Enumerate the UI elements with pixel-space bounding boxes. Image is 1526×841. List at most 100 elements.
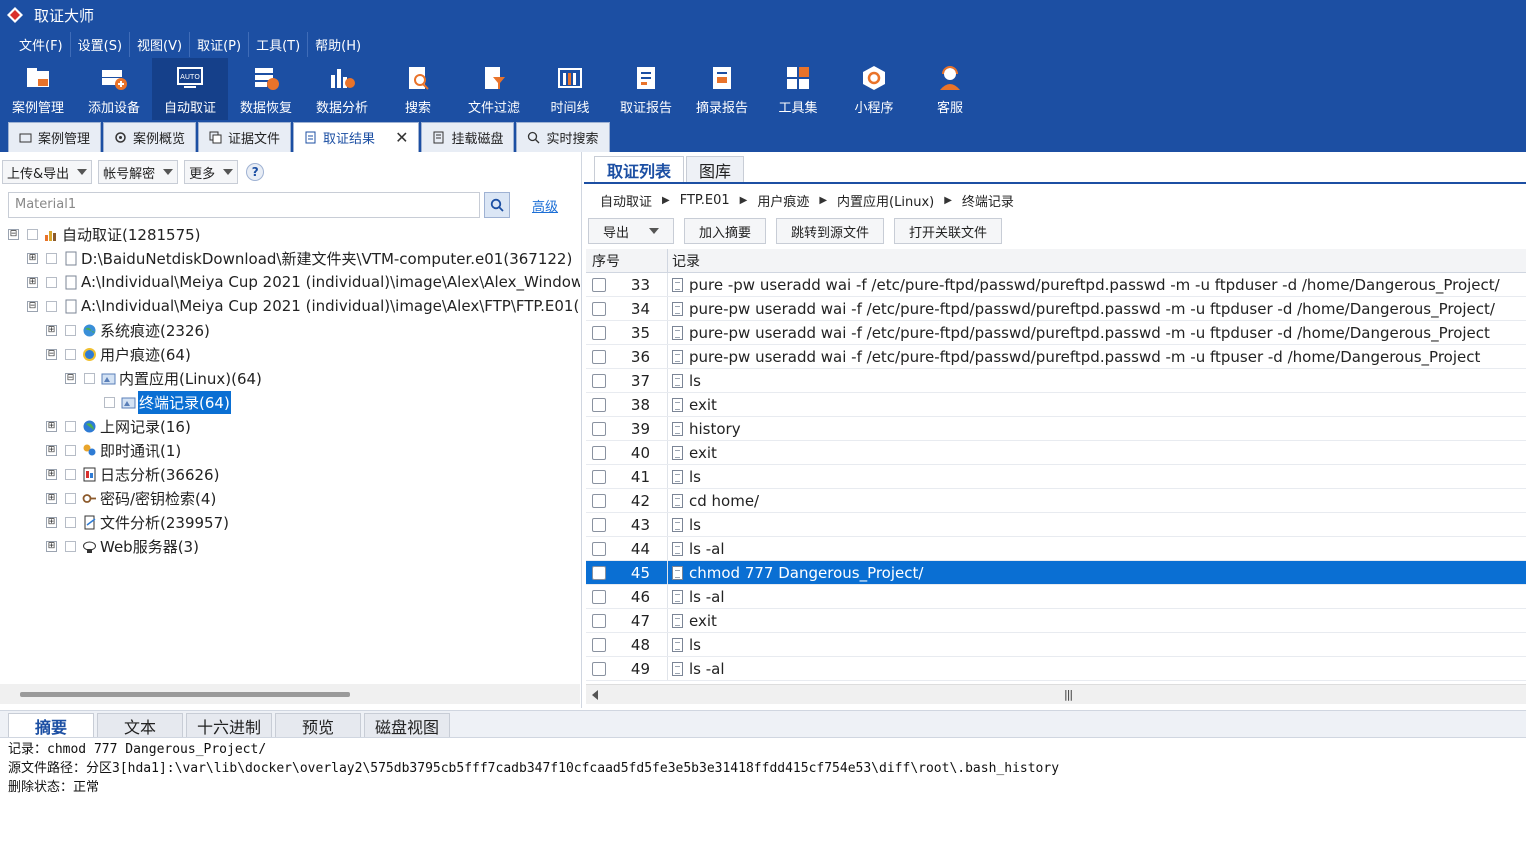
table-row[interactable]: 41 ls [586, 465, 1526, 489]
collapse-icon[interactable]: ⊟ [46, 348, 57, 360]
row-checkbox[interactable] [592, 517, 606, 532]
expand-icon[interactable]: ⊞ [46, 516, 57, 528]
row-checkbox[interactable] [592, 613, 606, 628]
tree-node-category[interactable]: ⊞ 上网记录(16) [46, 414, 192, 438]
tree-node-category[interactable]: ⊞ 密码/密钥检索(4) [46, 486, 217, 510]
row-checkbox[interactable] [592, 565, 606, 580]
expand-icon[interactable]: ⊞ [46, 444, 57, 456]
row-checkbox[interactable] [592, 349, 606, 364]
scrollbar-grip[interactable]: ||| [1064, 688, 1073, 701]
toolkit-button[interactable]: 工具集 [760, 58, 836, 120]
expand-icon[interactable]: ⊞ [46, 324, 57, 336]
tab-case-overview[interactable]: 案例概览 [103, 122, 197, 152]
tree-checkbox[interactable] [65, 420, 76, 432]
row-checkbox[interactable] [592, 373, 606, 388]
collapse-icon[interactable]: ⊟ [8, 228, 19, 240]
auto-forensics-button[interactable]: AUTO 自动取证 [152, 58, 228, 120]
tree-node-category[interactable]: ⊞ 文件分析(239957) [46, 510, 230, 534]
data-analysis-button[interactable]: 数据分析 [304, 58, 380, 120]
tree-checkbox[interactable] [65, 444, 76, 456]
breadcrumb-item[interactable]: FTP.E01 [680, 193, 730, 208]
table-row[interactable]: 40 exit [586, 441, 1526, 465]
help-icon[interactable]: ? [246, 163, 265, 181]
tab-case-management[interactable]: 案例管理 [8, 122, 102, 152]
table-row[interactable]: 42 cd home/ [586, 489, 1526, 513]
table-row[interactable]: 33 pure -pw useradd wai -f /etc/pure-ftpd… [586, 273, 1526, 297]
advanced-search-link[interactable]: 高级 [532, 196, 558, 215]
table-row[interactable]: 46 ls -al [586, 585, 1526, 609]
breadcrumb-item[interactable]: 自动取证 [600, 191, 652, 210]
tree-node-terminal-records[interactable]: 终端记录(64) [104, 390, 231, 414]
collapse-icon[interactable]: ⊟ [27, 300, 38, 312]
menu-settings[interactable]: 设置(S) [71, 31, 131, 57]
customer-service-button[interactable]: 客服 [912, 58, 988, 120]
open-related-file-button[interactable]: 打开关联文件 [894, 218, 1003, 244]
table-row[interactable]: 45 chmod 777 Dangerous_Project/ [586, 561, 1526, 585]
table-row[interactable]: 49 ls -al [586, 657, 1526, 681]
row-checkbox[interactable] [592, 397, 606, 412]
tree-node-evidence[interactable]: ⊞ A:\Individual\Meiya Cup 2021 (individu… [27, 270, 580, 294]
add-device-button[interactable]: 添加设备 [76, 58, 152, 120]
table-row[interactable]: 47 exit [586, 609, 1526, 633]
upload-export-dropdown[interactable]: 上传&导出 [2, 160, 93, 184]
row-checkbox[interactable] [592, 301, 606, 316]
table-row[interactable]: 34 pure-pw useradd wai -f /etc/pure-ftpd/… [586, 297, 1526, 321]
tab-evidence-files[interactable]: 证据文件 [198, 122, 292, 152]
tree-checkbox[interactable] [65, 348, 76, 360]
row-checkbox[interactable] [592, 661, 606, 676]
more-dropdown[interactable]: 更多 [184, 160, 239, 184]
expand-icon[interactable]: ⊞ [27, 276, 38, 288]
menu-file[interactable]: 文件(F) [12, 31, 71, 57]
column-header-index[interactable]: 序号 [586, 249, 668, 272]
tree-checkbox[interactable] [65, 516, 76, 528]
tree-node-category[interactable]: ⊟ 内置应用(Linux)(64) [65, 366, 263, 390]
excerpt-report-button[interactable]: 摘录报告 [684, 58, 760, 120]
expand-icon[interactable]: ⊞ [46, 468, 57, 480]
tree-node-category[interactable]: ⊞ 即时通讯(1) [46, 438, 182, 462]
tree-checkbox[interactable] [46, 300, 57, 312]
table-row[interactable]: 44 ls -al [586, 537, 1526, 561]
column-header-record[interactable]: 记录 [668, 249, 1526, 272]
expand-icon[interactable]: ⊞ [46, 492, 57, 504]
tree-checkbox[interactable] [46, 276, 57, 288]
forensics-report-button[interactable]: 取证报告 [608, 58, 684, 120]
tree-node-category[interactable]: ⊞ 系统痕迹(2326) [46, 318, 211, 342]
row-checkbox[interactable] [592, 445, 606, 460]
collapse-icon[interactable]: ⊟ [65, 372, 76, 384]
tree-node-category[interactable]: ⊞ 日志分析(36626) [46, 462, 220, 486]
row-checkbox[interactable] [592, 325, 606, 340]
row-checkbox[interactable] [592, 541, 606, 556]
tab-disk-view[interactable]: 磁盘视图 [364, 713, 450, 737]
menu-view[interactable]: 视图(V) [130, 31, 191, 57]
search-button[interactable]: 搜索 [380, 58, 456, 120]
tab-live-search[interactable]: 实时搜索 [516, 122, 610, 152]
menu-forensics[interactable]: 取证(P) [190, 31, 250, 57]
data-recovery-button[interactable]: 数据恢复 [228, 58, 304, 120]
account-decrypt-dropdown[interactable]: 帐号解密 [98, 160, 179, 184]
table-row[interactable]: 36 pure-pw useradd wai -f /etc/pure-ftpd/… [586, 345, 1526, 369]
table-row[interactable]: 43 ls [586, 513, 1526, 537]
file-filter-button[interactable]: 文件过滤 [456, 58, 532, 120]
scrollbar-thumb[interactable] [20, 692, 350, 697]
scroll-left-icon[interactable] [592, 690, 598, 700]
table-row[interactable]: 38 exit [586, 393, 1526, 417]
expand-icon[interactable]: ⊞ [27, 252, 38, 264]
tree-node-evidence[interactable]: ⊞ D:\BaiduNetdiskDownload\新建文件夹\VTM-comp… [27, 246, 573, 270]
tab-forensics-list[interactable]: 取证列表 [594, 156, 685, 182]
add-summary-button[interactable]: 加入摘要 [684, 218, 767, 244]
row-checkbox[interactable] [592, 589, 606, 604]
case-management-button[interactable]: 案例管理 [0, 58, 76, 120]
row-checkbox[interactable] [592, 421, 606, 436]
mini-program-button[interactable]: 小程序 [836, 58, 912, 120]
breadcrumb-item[interactable]: 终端记录 [962, 191, 1014, 210]
tree-node-category[interactable]: ⊞ Web服务器(3) [46, 534, 200, 558]
menu-help[interactable]: 帮助(H) [308, 32, 368, 57]
search-button[interactable] [484, 192, 510, 218]
export-dropdown[interactable]: 导出 [588, 218, 675, 244]
row-checkbox[interactable] [592, 637, 606, 652]
table-row[interactable]: 35 pure-pw useradd wai -f /etc/pure-ftpd/… [586, 321, 1526, 345]
tree-checkbox[interactable] [65, 540, 76, 552]
tab-gallery[interactable]: 图库 [686, 156, 745, 182]
table-horizontal-scrollbar[interactable]: ||| [586, 684, 1526, 704]
expand-icon[interactable]: ⊞ [46, 420, 57, 432]
